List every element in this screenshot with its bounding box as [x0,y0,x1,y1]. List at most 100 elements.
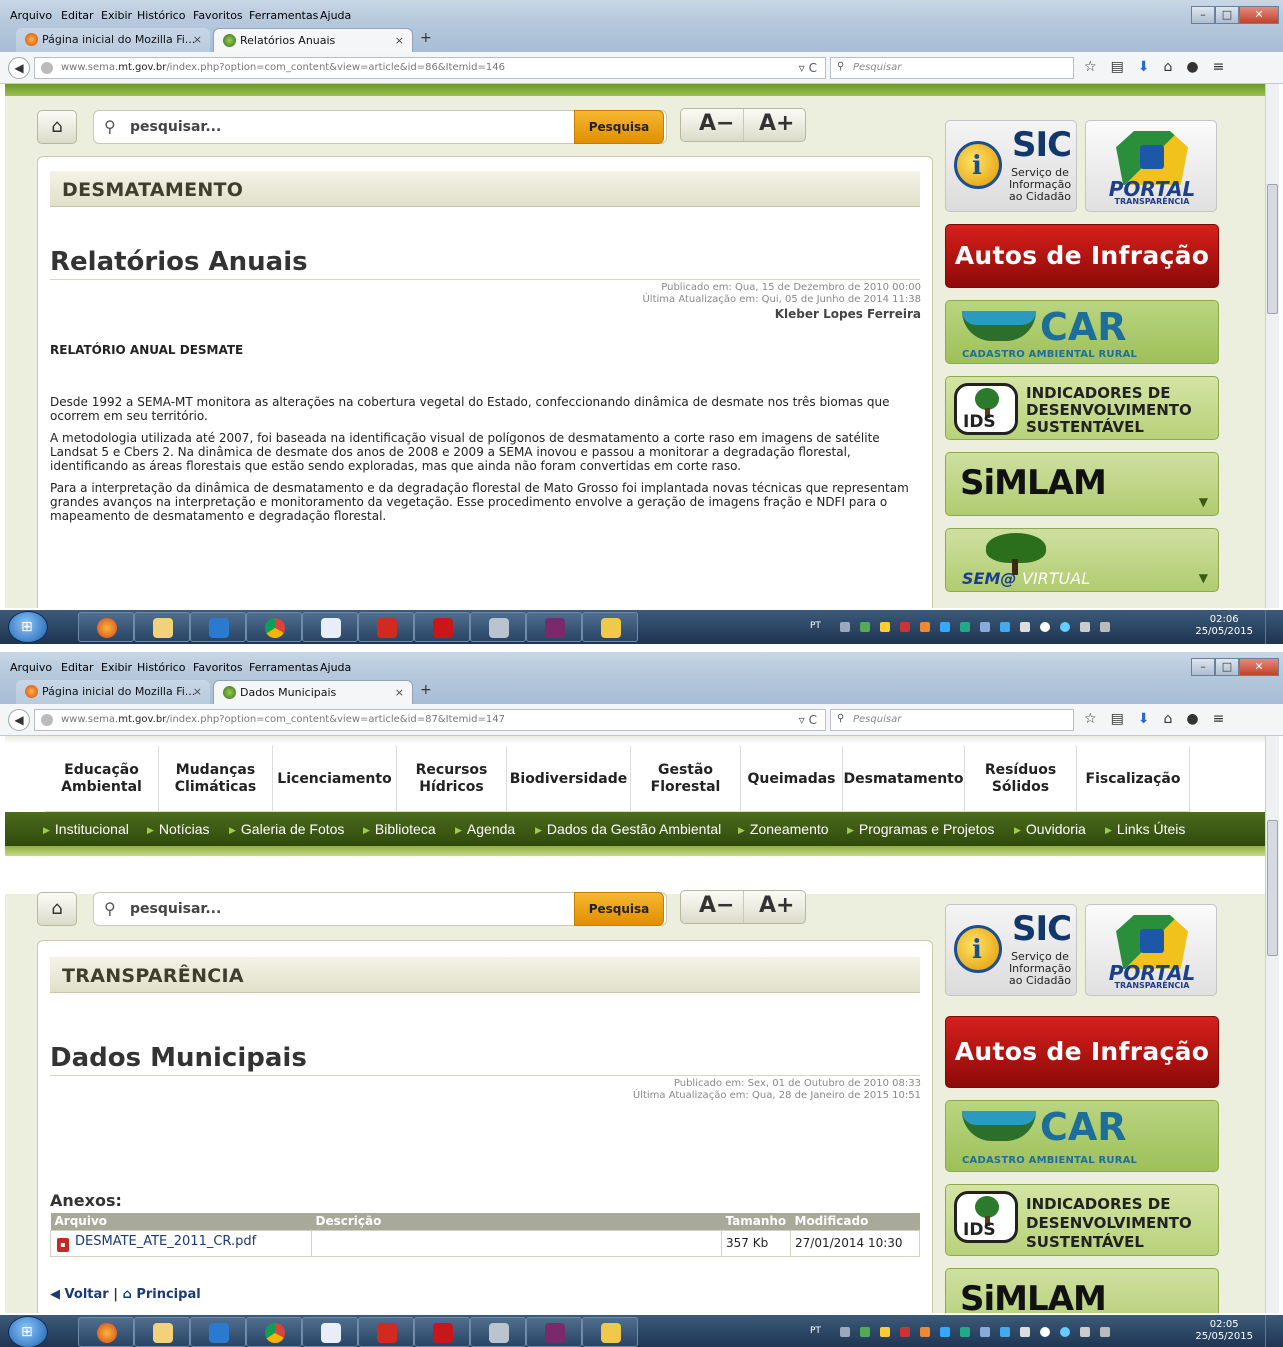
nav-gestao-florestal[interactable]: Gestão Florestal [631,746,741,812]
network-icon[interactable] [1000,1327,1010,1337]
font-decrease-button[interactable]: A− [699,111,734,136]
start-button[interactable]: ⊞ [8,611,48,643]
pocket-icon[interactable]: ● [1186,711,1212,727]
tray-icon[interactable] [860,1327,870,1337]
close-tab-icon[interactable]: × [395,34,404,47]
maximize-button[interactable]: □ [1215,6,1239,24]
menu-ferramentas[interactable]: Ferramentas [249,9,318,22]
taskbar-winrar[interactable] [526,612,582,642]
menu-exibir[interactable]: Exibir [101,661,132,674]
new-tab-button[interactable]: + [420,682,432,698]
taskbar-firefox[interactable] [78,1317,134,1347]
ids-banner[interactable]: IDS INDICADORES DE DESENVOLVIMENTO SUSTENT… [945,376,1219,440]
file-cell[interactable]: ▪ DESMATE_ATE_2011_CR.pdf [50,1229,312,1257]
subnav-dados-gestao[interactable]: Dados da Gestão Ambiental [535,821,721,837]
nav-queimadas[interactable]: Queimadas [741,746,843,812]
menu-editar[interactable]: Editar [61,9,94,22]
taskbar-folders[interactable] [582,612,638,642]
tray-icon[interactable] [960,622,970,632]
signal-icon[interactable] [1100,1327,1110,1337]
pocket-icon[interactable]: ● [1186,59,1212,75]
menu-favoritos[interactable]: Favoritos [193,661,243,674]
close-tab-icon[interactable]: × [395,686,404,699]
volume-icon[interactable] [1020,622,1030,632]
principal-link[interactable]: Principal [136,1287,200,1302]
home-icon[interactable]: ⌂ [1164,59,1187,75]
nav-licenciamento[interactable]: Licenciamento [273,746,397,812]
menu-favoritos[interactable]: Favoritos [193,9,243,22]
car-banner[interactable]: CAR CADASTRO AMBIENTAL RURAL [945,1100,1219,1172]
taskbar-acrobat[interactable] [358,1317,414,1347]
taskbar-calculator[interactable] [470,612,526,642]
autos-infracao-banner[interactable]: Autos de Infração [945,1016,1219,1088]
font-increase-button[interactable]: A+ [759,111,794,136]
portal-transparencia-banner[interactable]: PORTAL TRANSPARÊNCIA [1085,120,1217,212]
taskbar-explorer[interactable] [134,612,190,642]
flag-icon[interactable] [1080,1327,1090,1337]
ids-banner[interactable]: IDS INDICADORES DE DESENVOLVIMENTO SUSTENT… [945,1184,1219,1256]
tray-icon[interactable] [980,1327,990,1337]
menu-ajuda[interactable]: Ajuda [320,9,351,22]
menu-arquivo[interactable]: Arquivo [10,661,52,674]
url-bar[interactable]: www.sema.mt.gov.br/index.php?option=com_… [34,57,826,79]
font-decrease-button[interactable]: A− [699,893,734,918]
language-indicator[interactable]: PT [810,1326,821,1336]
menu-ajuda[interactable]: Ajuda [320,661,351,674]
tray-icon[interactable] [920,622,930,632]
subnav-programas-projetos[interactable]: Programas e Projetos [847,821,994,837]
site-home-button[interactable]: ⌂ [37,110,77,144]
language-indicator[interactable]: PT [810,621,821,631]
download-icon[interactable]: ⬇ [1138,711,1164,727]
scrollbar-thumb[interactable] [1267,820,1278,956]
subnav-links-uteis[interactable]: Links Úteis [1105,821,1185,837]
sic-banner[interactable]: i SIC Serviço de Informação ao Cidadão [945,120,1077,212]
bookmark-star-icon[interactable]: ☆ [1084,711,1111,727]
taskbar-clock[interactable]: 02:05 25/05/2015 [1195,1319,1253,1343]
taskbar-media[interactable] [190,612,246,642]
show-desktop-button[interactable] [1265,610,1279,644]
tray-icon[interactable] [900,1327,910,1337]
close-tab-icon[interactable]: × [193,685,202,698]
taskbar-explorer[interactable] [134,1317,190,1347]
page-scrollbar[interactable] [1265,84,1279,608]
reload-icon[interactable]: ▿ C [799,713,817,727]
simlam-banner[interactable]: SiMLAM ▼ [945,452,1219,516]
menu-ferramentas[interactable]: Ferramentas [249,661,318,674]
close-tab-icon[interactable]: × [193,33,202,46]
taskbar-media[interactable] [190,1317,246,1347]
subnav-agenda[interactable]: Agenda [455,821,515,837]
taskbar-word[interactable] [302,1317,358,1347]
subnav-institucional[interactable]: Institucional [43,821,129,837]
page-scrollbar[interactable] [1265,736,1279,1313]
taskbar-app[interactable] [414,1317,470,1347]
nav-recursos-hidricos[interactable]: Recursos Hídricos [397,746,507,812]
tray-icon[interactable] [1040,622,1050,632]
bluetooth-icon[interactable] [940,622,950,632]
nav-biodiversidade[interactable]: Biodiversidade [507,746,631,812]
taskbar-app[interactable] [414,612,470,642]
tab-home[interactable]: Página inicial do Mozilla Fi... × [16,680,210,704]
bluetooth-icon[interactable] [940,1327,950,1337]
nav-desmatamento[interactable]: Desmatamento [843,746,965,812]
nav-mudancas-climaticas[interactable]: Mudanças Climáticas [159,746,273,812]
flag-icon[interactable] [1080,622,1090,632]
taskbar-clock[interactable]: 02:06 25/05/2015 [1195,614,1253,638]
tab-active[interactable]: Dados Municipais × [213,680,413,704]
tray-icon[interactable] [900,622,910,632]
shield-icon[interactable] [880,1327,890,1337]
close-window-button[interactable]: ✕ [1239,6,1279,24]
search-button[interactable]: Pesquisa [574,110,664,144]
subnav-ouvidoria[interactable]: Ouvidoria [1014,821,1086,837]
close-window-button[interactable]: ✕ [1239,658,1279,676]
reading-list-icon[interactable]: ▤ [1111,59,1138,75]
minimize-button[interactable]: – [1191,6,1215,24]
tray-icon[interactable] [1040,1327,1050,1337]
download-icon[interactable]: ⬇ [1138,59,1164,75]
browser-search-input[interactable]: ⚲ Pesquisar [830,57,1074,79]
taskbar-folders[interactable] [582,1317,638,1347]
subnav-zoneamento[interactable]: Zoneamento [738,821,829,837]
nav-residuos-solidos[interactable]: Resíduos Sólidos [965,746,1077,812]
sic-banner[interactable]: i SIC Serviço de Informação ao Cidadão [945,904,1077,996]
sema-virtual-banner[interactable]: SEM@ VIRTUAL ▼ [945,528,1219,592]
nav-educacao-ambiental[interactable]: Educação Ambiental [45,746,159,812]
